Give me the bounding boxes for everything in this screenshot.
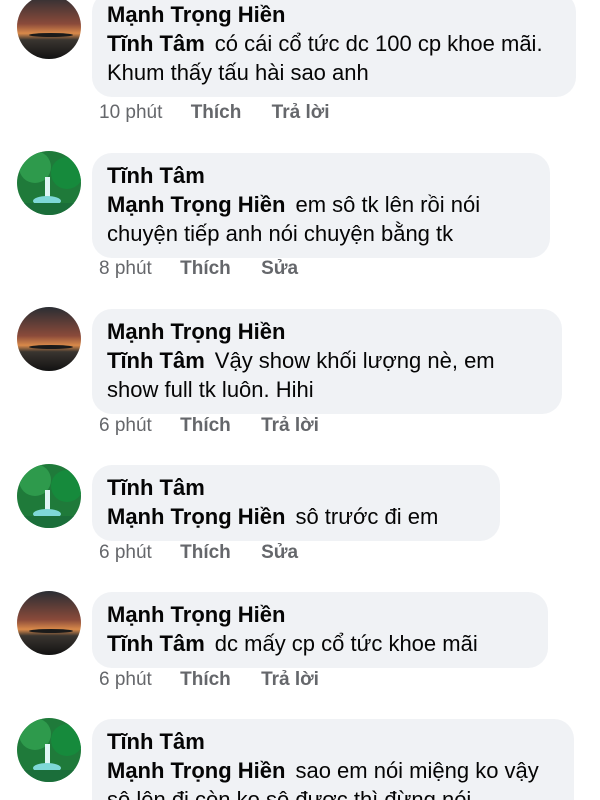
avatar-waterfall[interactable] <box>17 464 81 528</box>
comment-author[interactable]: Mạnh Trọng Hiền <box>107 600 532 629</box>
comment-bubble: Tĩnh Tâm Mạnh Trọng Hiền sô trước đi em <box>92 465 500 541</box>
comment-meta: 6 phút Thích Sửa <box>99 542 298 564</box>
comment-author[interactable]: Tĩnh Tâm <box>107 473 484 502</box>
avatar-sunset[interactable] <box>17 307 81 371</box>
mention-link[interactable]: Tĩnh Tâm <box>107 631 205 656</box>
like-button[interactable]: Thích <box>191 102 242 124</box>
comment-author[interactable]: Tĩnh Tâm <box>107 727 558 756</box>
avatar-waterfall[interactable] <box>17 151 81 215</box>
comment-body: dc mấy cp cổ tức khoe mãi <box>214 631 478 656</box>
sunset-avatar-icon <box>17 0 81 59</box>
like-button[interactable]: Thích <box>180 542 231 564</box>
comment-meta: 10 phút Thích Trả lời <box>99 102 330 124</box>
comment-thread: Mạnh Trọng Hiền Tĩnh Tâm có cái cổ tức dc… <box>0 0 600 800</box>
waterfall-avatar-icon <box>17 464 81 528</box>
avatar-sunset[interactable] <box>17 0 81 59</box>
sunset-avatar-icon <box>17 307 81 371</box>
mention-link[interactable]: Tĩnh Tâm <box>107 348 205 373</box>
comment-author[interactable]: Tĩnh Tâm <box>107 161 534 190</box>
reply-button[interactable]: Trả lời <box>261 415 319 437</box>
comment-body: sô trước đi em <box>295 504 439 529</box>
comment-time: 6 phút <box>99 542 152 563</box>
mention-link[interactable]: Mạnh Trọng Hiền <box>107 504 285 529</box>
comment-bubble: Mạnh Trọng Hiền Tĩnh Tâm dc mấy cp cổ tức… <box>92 592 548 668</box>
mention-link[interactable]: Mạnh Trọng Hiền <box>107 758 285 783</box>
mention-link[interactable]: Mạnh Trọng Hiền <box>107 192 285 217</box>
comment-time: 6 phút <box>99 669 152 690</box>
comment-meta: 6 phút Thích Trả lời <box>99 669 319 691</box>
like-button[interactable]: Thích <box>180 415 231 437</box>
edit-button[interactable]: Sửa <box>261 258 298 280</box>
comment-time: 10 phút <box>99 102 163 123</box>
comment-text: Tĩnh Tâm dc mấy cp cổ tức khoe mãi <box>107 629 532 658</box>
avatar-sunset[interactable] <box>17 591 81 655</box>
like-button[interactable]: Thích <box>180 669 231 691</box>
comment-text: Mạnh Trọng Hiền sao em nói miệng ko vậy s… <box>107 756 558 800</box>
comment-bubble: Mạnh Trọng Hiền Tĩnh Tâm có cái cổ tức dc… <box>92 0 576 97</box>
comment-bubble: Tĩnh Tâm Mạnh Trọng Hiền em sô tk lên rồi… <box>92 153 550 258</box>
like-button[interactable]: Thích <box>180 258 231 280</box>
comment-bubble: Tĩnh Tâm Mạnh Trọng Hiền sao em nói miệng… <box>92 719 574 800</box>
comment-text: Mạnh Trọng Hiền sô trước đi em <box>107 502 484 531</box>
edit-button[interactable]: Sửa <box>261 542 298 564</box>
comment-author[interactable]: Mạnh Trọng Hiền <box>107 0 560 29</box>
comment-meta: 8 phút Thích Sửa <box>99 258 298 280</box>
comment-time: 6 phút <box>99 415 152 436</box>
comment-time: 8 phút <box>99 258 152 279</box>
reply-button[interactable]: Trả lời <box>272 102 330 124</box>
reply-button[interactable]: Trả lời <box>261 669 319 691</box>
sunset-avatar-icon <box>17 591 81 655</box>
comment-author[interactable]: Mạnh Trọng Hiền <box>107 317 546 346</box>
comment-meta: 6 phút Thích Trả lời <box>99 415 319 437</box>
mention-link[interactable]: Tĩnh Tâm <box>107 31 205 56</box>
comment-text: Tĩnh Tâm có cái cổ tức dc 100 cp khoe mãi… <box>107 29 560 87</box>
waterfall-avatar-icon <box>17 718 81 782</box>
waterfall-avatar-icon <box>17 151 81 215</box>
comment-bubble: Mạnh Trọng Hiền Tĩnh Tâm Vậy show khối lư… <box>92 309 562 414</box>
comment-text: Mạnh Trọng Hiền em sô tk lên rồi nói chuy… <box>107 190 534 248</box>
avatar-waterfall[interactable] <box>17 718 81 782</box>
comment-text: Tĩnh Tâm Vậy show khối lượng nè, em show … <box>107 346 546 404</box>
